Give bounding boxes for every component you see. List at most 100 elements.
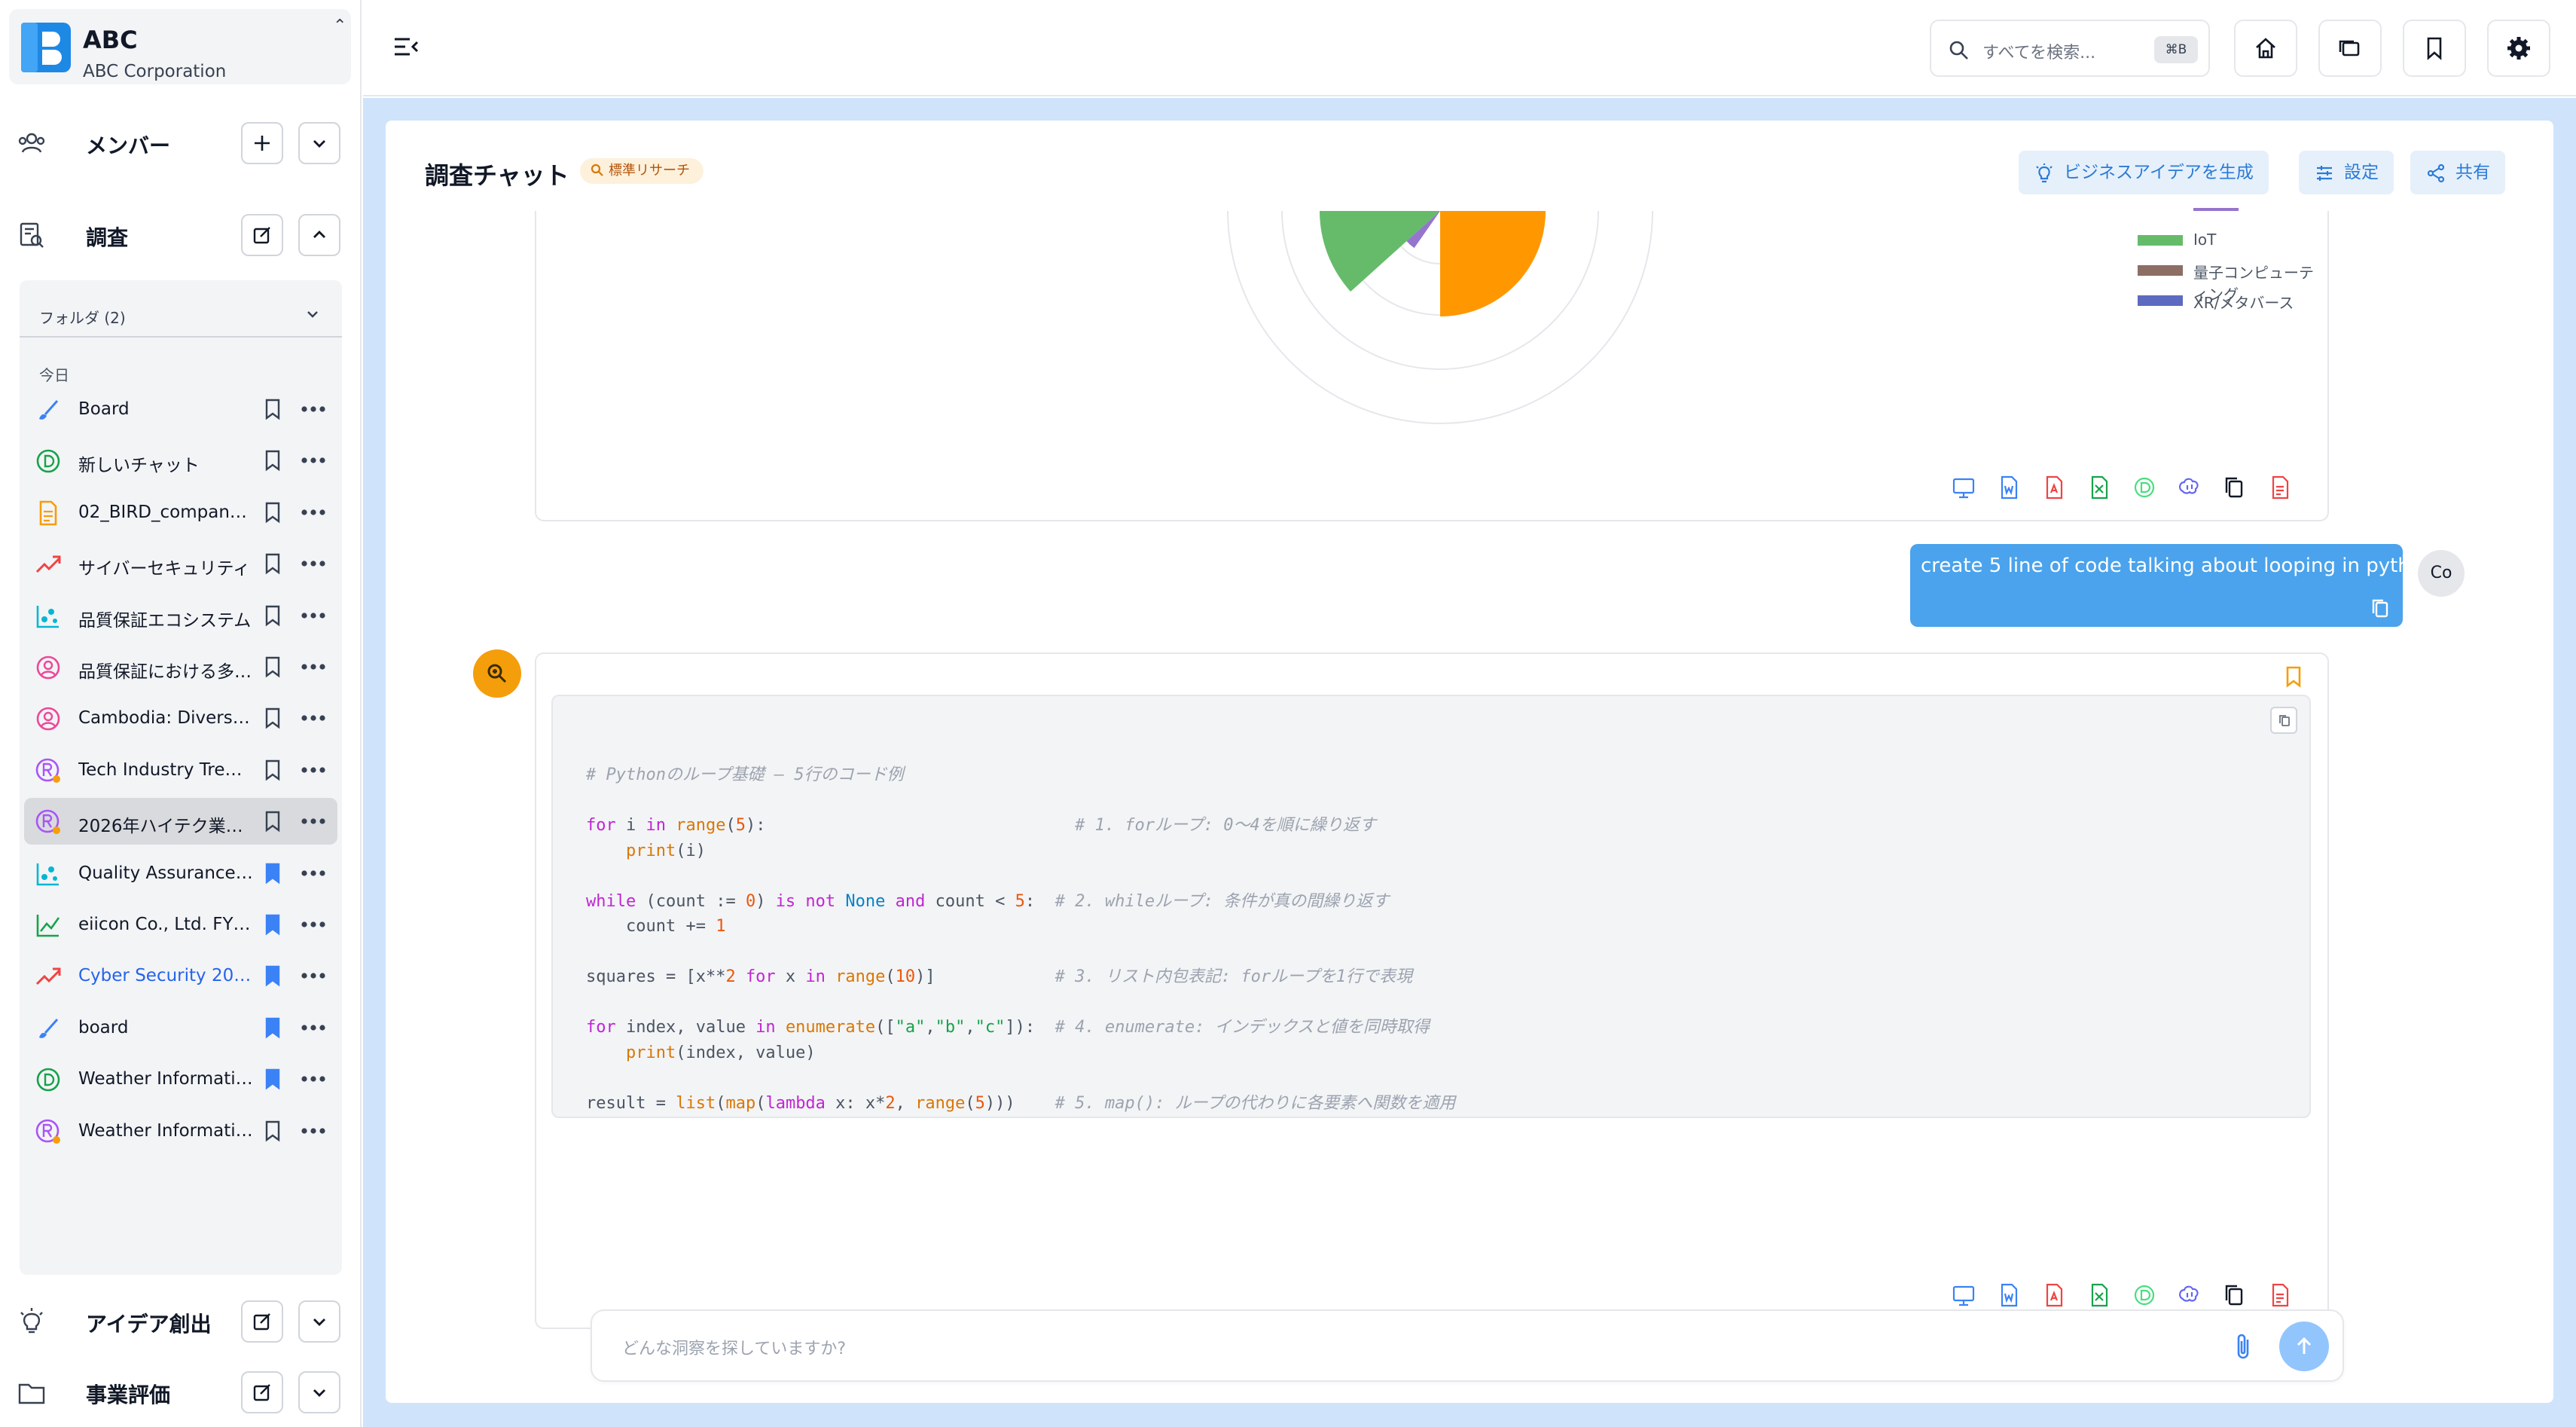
more-options-icon[interactable] <box>298 810 328 833</box>
message-composer[interactable]: どんな洞察を探していますか? <box>591 1309 2344 1382</box>
bookmark-icon[interactable] <box>262 552 283 575</box>
research-list-item[interactable]: Weather Information Daily <box>24 1056 337 1102</box>
expand-members-button[interactable] <box>298 122 340 164</box>
chart-dots-icon <box>36 863 59 885</box>
sidebar-toggle-icon[interactable] <box>392 32 422 62</box>
bookmark-icon[interactable] <box>262 964 283 987</box>
more-options-icon[interactable] <box>298 604 328 627</box>
idea-circle-icon[interactable] <box>2132 1282 2157 1308</box>
present-icon[interactable] <box>1951 1282 1976 1308</box>
more-options-icon[interactable] <box>298 449 328 472</box>
more-options-icon[interactable] <box>298 862 328 885</box>
more-options-icon[interactable] <box>298 501 328 524</box>
bookmark-icon[interactable] <box>262 707 283 729</box>
pdf-export-icon[interactable] <box>2041 475 2067 500</box>
research-list-item[interactable]: サイバーセキュリティ <box>24 540 337 587</box>
add-member-button[interactable] <box>241 122 283 164</box>
collapse-research-button[interactable] <box>298 214 340 256</box>
research-item-label: eiicon Co., Ltd. FY2026 Plan <box>78 915 253 934</box>
bookmarks-button[interactable] <box>2403 20 2466 77</box>
settings-button[interactable] <box>2487 20 2550 77</box>
global-search[interactable]: すべてを検索... ⌘B <box>1930 20 2210 77</box>
chat-settings-button[interactable]: 設定 <box>2299 151 2394 194</box>
generate-ideas-button[interactable]: ビジネスアイデアを生成 <box>2019 151 2269 194</box>
research-list-item[interactable]: Weather Information Search <box>24 1108 337 1154</box>
more-options-icon[interactable] <box>298 913 328 936</box>
brain-icon[interactable] <box>2177 1282 2202 1308</box>
library-button[interactable] <box>2318 20 2382 77</box>
copy-icon[interactable] <box>2222 1282 2248 1308</box>
more-options-icon[interactable] <box>298 552 328 575</box>
bookmark-icon[interactable] <box>262 862 283 885</box>
idea-circle-icon[interactable] <box>2132 475 2157 500</box>
present-icon[interactable] <box>1951 475 1976 500</box>
more-options-icon[interactable] <box>298 1068 328 1090</box>
research-list-item[interactable]: Cambodia: Diverse Outlook <box>24 695 337 741</box>
code-copy-button[interactable] <box>2270 707 2297 734</box>
research-item-label: Weather Information Daily <box>78 1069 253 1089</box>
research-list-item[interactable]: Quality Assurance Ecosystem <box>24 850 337 897</box>
chat-circle-icon <box>36 450 60 473</box>
new-idea-button[interactable] <box>241 1300 283 1343</box>
more-options-icon[interactable] <box>298 1120 328 1142</box>
folders-toggle[interactable]: フォルダ (2) <box>20 291 342 338</box>
bookmark-icon[interactable] <box>262 501 283 524</box>
paperclip-icon[interactable] <box>2228 1331 2258 1364</box>
more-options-icon[interactable] <box>298 707 328 729</box>
section-ideas[interactable]: アイデア創出 <box>0 1294 362 1347</box>
expand-ideas-button[interactable] <box>298 1300 340 1343</box>
bookmark-icon[interactable] <box>262 655 283 678</box>
research-list-item[interactable]: 品質保証エコシステム <box>24 592 337 639</box>
excel-export-icon[interactable] <box>2086 1282 2112 1308</box>
excel-export-icon[interactable] <box>2086 475 2112 500</box>
more-options-icon[interactable] <box>298 655 328 678</box>
pdf-document-icon[interactable] <box>2267 475 2293 500</box>
bookmark-icon[interactable] <box>262 449 283 472</box>
section-evaluation[interactable]: 事業評価 <box>0 1365 362 1418</box>
chevron-up-icon[interactable]: ⌃ <box>333 17 346 35</box>
new-research-button[interactable] <box>241 214 283 256</box>
org-switcher[interactable]: ABC ABC Corporation ⌃ <box>9 9 351 84</box>
pdf-document-icon[interactable] <box>2267 1282 2293 1308</box>
section-research[interactable]: 調査 <box>0 208 362 261</box>
bookmark-icon[interactable] <box>262 810 283 833</box>
copy-icon[interactable] <box>2222 475 2248 500</box>
message-actions <box>1951 1282 2305 1312</box>
copy-icon[interactable] <box>2370 597 2392 619</box>
send-button[interactable] <box>2279 1322 2329 1371</box>
expand-evaluation-button[interactable] <box>298 1371 340 1413</box>
share-button[interactable]: 共有 <box>2410 151 2505 194</box>
research-list-item[interactable]: 2026年ハイテク業界の展望 <box>24 798 337 845</box>
brain-icon[interactable] <box>2177 475 2202 500</box>
word-export-icon[interactable] <box>1996 1282 2022 1308</box>
pie-slice-orange <box>1440 211 1546 316</box>
bookmark-icon[interactable] <box>262 604 283 627</box>
more-options-icon[interactable] <box>298 1016 328 1039</box>
new-evaluation-button[interactable] <box>241 1371 283 1413</box>
research-item-label: Weather Information Search <box>78 1120 253 1141</box>
research-list-item[interactable]: Cyber Security 2026 <box>24 952 337 999</box>
bookmark-icon[interactable] <box>262 1120 283 1142</box>
pdf-export-icon[interactable] <box>2041 1282 2067 1308</box>
word-export-icon[interactable] <box>1996 475 2022 500</box>
more-options-icon[interactable] <box>298 759 328 781</box>
more-options-icon[interactable] <box>298 964 328 987</box>
research-list-item[interactable]: eiicon Co., Ltd. FY2026 Plan <box>24 901 337 948</box>
research-list-item[interactable]: 新しいチャット <box>24 437 337 484</box>
bookmark-icon[interactable] <box>262 1068 283 1090</box>
research-item-label: Tech Industry Trends 2026 <box>78 759 253 780</box>
bookmark-icon[interactable] <box>262 759 283 781</box>
section-members[interactable]: メンバー <box>0 116 362 169</box>
bookmark-icon[interactable] <box>2282 665 2305 689</box>
bookmark-icon[interactable] <box>262 398 283 420</box>
bookmark-icon[interactable] <box>262 1016 283 1039</box>
more-options-icon[interactable] <box>298 398 328 420</box>
home-button[interactable] <box>2234 20 2297 77</box>
line-chart-icon <box>36 915 60 937</box>
research-list-item[interactable]: Tech Industry Trends 2026 <box>24 747 337 793</box>
research-list-item[interactable]: 02_BIRD_company_profile <box>24 489 337 536</box>
research-list-item[interactable]: 品質保証における多様性 <box>24 643 337 690</box>
research-list-item[interactable]: board <box>24 1004 337 1051</box>
bookmark-icon[interactable] <box>262 913 283 936</box>
research-list-item[interactable]: Board <box>24 386 337 432</box>
